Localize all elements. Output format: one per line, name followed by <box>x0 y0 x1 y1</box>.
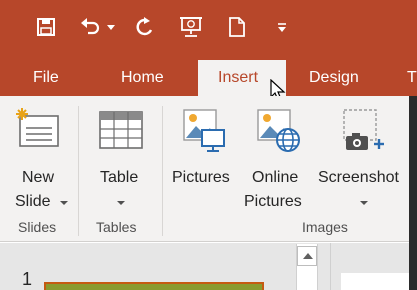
screenshot-label: Screenshot <box>318 169 399 186</box>
tab-home[interactable]: Home <box>121 58 164 96</box>
pictures-button[interactable]: Pictures <box>168 102 240 216</box>
new-slide-label-line1: New <box>22 169 55 186</box>
new-slide-dropdown-caret <box>60 201 68 205</box>
pictures-label: Pictures <box>172 169 230 186</box>
slide-canvas[interactable] <box>341 273 417 290</box>
table-button[interactable]: Table <box>90 102 154 216</box>
online-pictures-label-line1: Online <box>252 169 299 186</box>
group-separator <box>78 106 79 236</box>
save-icon <box>37 18 55 36</box>
vertical-scrollbar[interactable] <box>296 244 318 290</box>
screenshot-button[interactable]: Screenshot <box>316 102 412 216</box>
redo-icon <box>136 17 153 36</box>
customize-icon <box>278 22 286 32</box>
undo-button[interactable] <box>76 14 104 40</box>
new-slide-icon <box>16 108 59 147</box>
undo-dropdown-button[interactable] <box>104 14 118 40</box>
group-label-tables: Tables <box>96 219 137 235</box>
online-pictures-label-line2: Pictures <box>244 193 302 210</box>
new-file-icon <box>229 17 245 37</box>
redo-button[interactable] <box>132 14 158 40</box>
save-button[interactable] <box>32 14 60 40</box>
quick-access-toolbar <box>0 0 417 58</box>
online-pictures-icon <box>257 109 300 152</box>
tab-transitions[interactable]: T <box>407 58 417 96</box>
new-file-button[interactable] <box>226 14 248 40</box>
undo-dropdown-icon <box>107 24 115 30</box>
undo-icon <box>81 18 100 35</box>
presentation-icon <box>180 17 202 37</box>
screenshot-dropdown-caret <box>360 201 368 205</box>
scroll-up-button[interactable] <box>297 246 317 266</box>
slide-number: 1 <box>22 269 33 289</box>
new-slide-button[interactable]: New Slide <box>10 102 68 216</box>
new-slide-label-line2: Slide <box>15 193 51 210</box>
tab-design[interactable]: Design <box>309 58 359 96</box>
window-edge <box>409 96 417 290</box>
table-label: Table <box>100 169 139 186</box>
table-icon <box>99 111 143 149</box>
ribbon-tabs: File Home Insert Design T <box>0 58 417 96</box>
group-separator <box>162 106 163 236</box>
group-label-images: Images <box>302 219 348 235</box>
slide-thumbnail[interactable] <box>44 282 264 290</box>
start-from-beginning-button[interactable] <box>176 14 206 40</box>
tab-file[interactable]: File <box>33 58 59 96</box>
group-label-slides: Slides <box>18 219 57 235</box>
pictures-icon <box>183 109 225 152</box>
table-dropdown-caret <box>117 201 125 205</box>
slide-editing-area <box>330 243 417 290</box>
customize-toolbar-button[interactable] <box>274 14 290 40</box>
screenshot-icon <box>343 109 384 150</box>
ribbon-insert-panel: New Slide Slides Table Tables Pictures O… <box>0 96 417 242</box>
online-pictures-button[interactable]: Online Pictures <box>244 102 314 216</box>
